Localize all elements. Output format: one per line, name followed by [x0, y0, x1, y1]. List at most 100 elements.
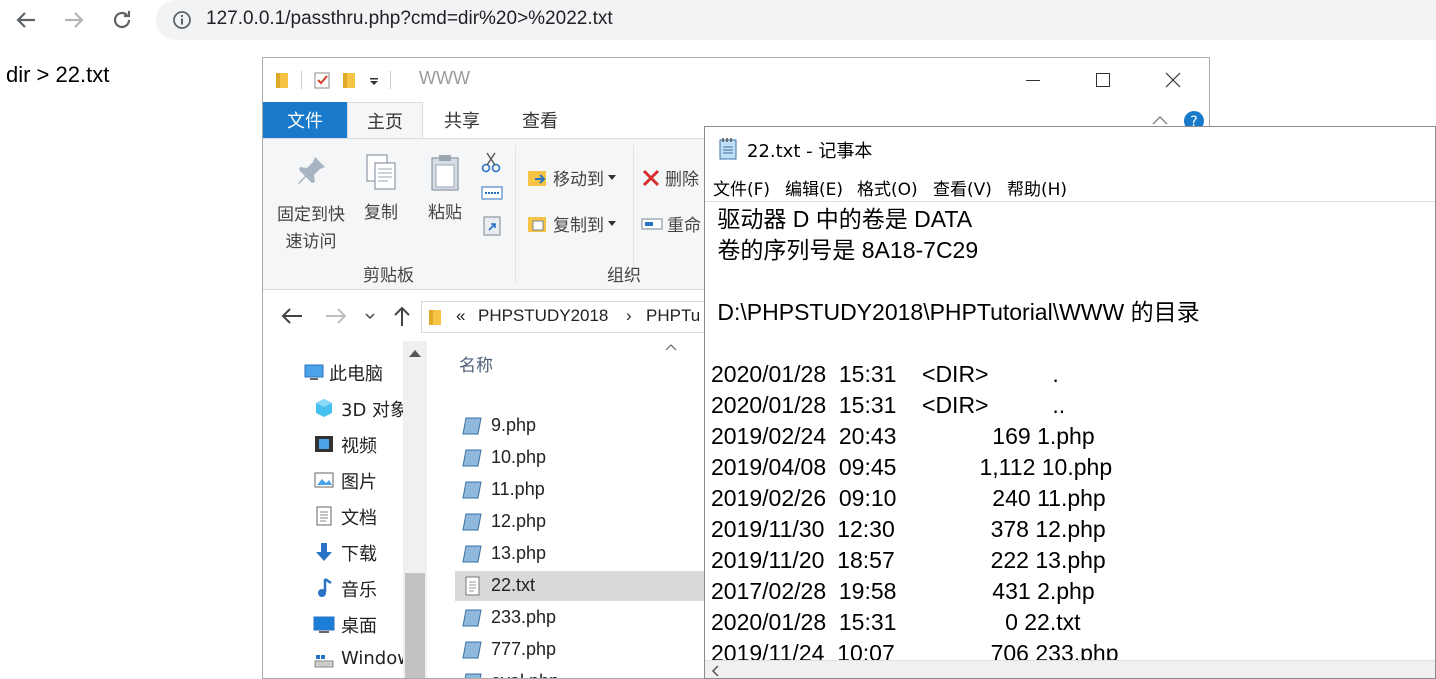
explorer-path-box[interactable]: « PHPSTUDY2018 › PHPTu	[421, 301, 721, 333]
file-name: 12.php	[491, 511, 547, 531]
nav-item-downloads[interactable]: 下载	[263, 537, 423, 567]
url-text[interactable]: 127.0.0.1/passthru.php?cmd=dir%20>%2022.…	[206, 8, 613, 30]
nav-label: 文档	[341, 508, 377, 529]
menu-format[interactable]: 格式(O)	[857, 175, 918, 200]
notepad-horizontal-scrollbar[interactable]	[705, 660, 1435, 678]
notepad-window: 22.txt - 记事本 文件(F) 编辑(E) 格式(O) 查看(V) 帮助(…	[704, 126, 1436, 679]
maximize-icon	[1096, 73, 1110, 87]
menu-file[interactable]: 文件(F)	[713, 175, 770, 200]
breadcrumb-phpstudy[interactable]: PHPSTUDY2018	[478, 306, 608, 326]
sort-chevron-up-icon	[665, 344, 677, 351]
text-line: 2019/11/30 12:30 378 12.php	[711, 516, 1106, 542]
explorer-title: WWW	[419, 68, 470, 88]
file-list-pane: 名称 9.php 10.php 11.php 12.php 13.php 22.…	[439, 341, 755, 678]
delete-x-icon	[642, 169, 660, 186]
text-line: 驱动器 D 中的卷是 DATA	[711, 206, 973, 232]
nav-item-videos[interactable]: 视频	[263, 429, 423, 459]
tab-share[interactable]: 共享	[429, 102, 495, 138]
tab-home[interactable]: 主页	[347, 102, 423, 138]
pin-icon	[298, 157, 325, 184]
nav-item-this-pc[interactable]: 此电脑	[263, 357, 423, 387]
nav-item-pictures[interactable]: 图片	[263, 465, 423, 495]
nav-item-3d-objects[interactable]: 3D 对象	[263, 393, 423, 423]
php-file-icon	[464, 673, 482, 678]
copy-path-icon[interactable]	[481, 185, 503, 201]
close-button[interactable]	[1153, 66, 1193, 94]
nav-item-desktop[interactable]: 桌面	[263, 609, 423, 639]
info-icon	[173, 11, 191, 29]
folder-icon	[276, 73, 288, 88]
properties-icon[interactable]	[312, 70, 332, 90]
new-folder-icon[interactable]	[342, 71, 358, 89]
php-file-icon	[462, 641, 482, 659]
copy-button[interactable]: 复制	[355, 153, 407, 223]
nav-scrollbar[interactable]	[403, 341, 427, 678]
scroll-up-icon[interactable]	[409, 349, 421, 357]
music-icon	[318, 577, 332, 597]
menu-view[interactable]: 查看(V)	[933, 175, 992, 200]
nav-label: 音乐	[341, 580, 377, 601]
minimize-button[interactable]	[1013, 66, 1053, 94]
reload-button[interactable]	[108, 6, 136, 34]
tab-file[interactable]: 文件	[263, 102, 347, 138]
copy-label: 复制	[364, 203, 398, 223]
qat-separator	[301, 71, 302, 89]
text-line: 2017/02/28 19:58 431 2.php	[711, 578, 1095, 604]
nav-item-documents[interactable]: 文档	[263, 501, 423, 531]
pin-to-quick-access-button[interactable]: 固定到快 速访问	[273, 153, 349, 252]
menu-edit[interactable]: 编辑(E)	[785, 175, 843, 200]
nav-label: 下载	[341, 544, 377, 565]
nav-scroll-thumb[interactable]	[405, 573, 425, 678]
file-name: 13.php	[491, 543, 547, 563]
browser-toolbar: 127.0.0.1/passthru.php?cmd=dir%20>%2022.…	[0, 0, 1436, 40]
up-arrow-icon[interactable]	[393, 305, 411, 327]
notepad-titlebar: 22.txt - 记事本	[705, 127, 1435, 171]
rename-icon	[641, 218, 663, 229]
customize-dropdown-icon[interactable]	[368, 74, 380, 86]
nav-label: 图片	[341, 472, 377, 493]
video-icon	[315, 436, 333, 452]
documents-icon	[316, 506, 332, 526]
copy-to-button[interactable]: 复制到	[527, 211, 627, 236]
explorer-titlebar: WWW	[263, 58, 1209, 102]
paste-shortcut-icon[interactable]	[483, 215, 501, 237]
file-name: 10.php	[491, 447, 547, 467]
breadcrumb-phptutorial[interactable]: PHPTu	[646, 306, 700, 326]
delete-button[interactable]: 删除	[641, 165, 711, 190]
breadcrumb-overflow-icon[interactable]: «	[456, 306, 465, 326]
paste-label: 粘贴	[428, 203, 462, 223]
notepad-app-icon	[719, 138, 737, 160]
address-bar[interactable]: 127.0.0.1/passthru.php?cmd=dir%20>%2022.…	[156, 0, 1436, 40]
back-arrow-icon[interactable]	[281, 307, 303, 325]
nav-label: 此电脑	[329, 364, 383, 385]
cut-icon[interactable]	[481, 151, 501, 173]
move-folder-icon	[528, 170, 546, 186]
file-name: 9.php	[491, 415, 537, 435]
move-to-button[interactable]: 移动到	[527, 165, 627, 190]
menu-help[interactable]: 帮助(H)	[1007, 175, 1067, 200]
paste-button[interactable]: 粘贴	[419, 153, 471, 223]
pin-label-2: 速访问	[285, 232, 337, 252]
rename-button[interactable]: 重命	[641, 211, 711, 236]
forward-arrow-icon[interactable]	[325, 307, 347, 325]
clipboard-group-label: 剪贴板	[363, 266, 414, 286]
chevron-up-icon[interactable]	[1151, 114, 1169, 126]
drive-icon	[314, 655, 334, 668]
nav-label: 桌面	[341, 616, 377, 637]
organize-group-label: 组织	[607, 266, 641, 286]
tab-view[interactable]: 查看	[507, 102, 573, 138]
nav-item-windows-drive[interactable]: Window	[263, 645, 423, 675]
text-line: 2019/02/26 09:10 240 11.php	[711, 485, 1106, 511]
nav-item-music[interactable]: 音乐	[263, 573, 423, 603]
recent-locations-chevron-icon[interactable]	[365, 313, 375, 321]
delete-label: 删除	[665, 170, 699, 190]
text-line: 2019/04/08 09:45 1,112 10.php	[711, 454, 1113, 480]
maximize-button[interactable]	[1083, 66, 1123, 94]
forward-button[interactable]	[60, 6, 88, 34]
scroll-left-icon[interactable]	[711, 665, 719, 677]
name-column-header[interactable]: 名称	[459, 351, 493, 376]
forward-arrow-icon	[65, 12, 84, 28]
notepad-text-area[interactable]: 驱动器 D 中的卷是 DATA 卷的序列号是 8A18-7C29 D:\PHPS…	[705, 201, 1435, 661]
file-name: 777.php	[491, 639, 557, 659]
back-button[interactable]	[12, 6, 40, 34]
